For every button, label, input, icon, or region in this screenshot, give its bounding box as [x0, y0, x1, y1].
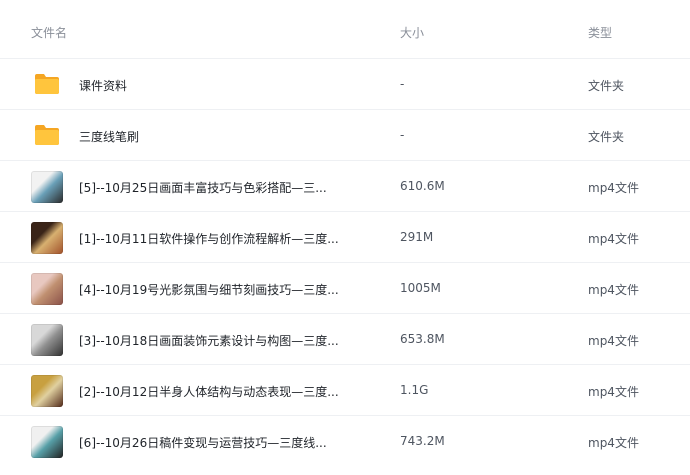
file-size: 610.6M	[400, 179, 445, 193]
file-list-header: 文件名 大小 类型	[0, 0, 690, 60]
file-size: 743.2M	[400, 434, 445, 448]
file-type: mp4文件	[588, 283, 639, 297]
column-header-name[interactable]: 文件名	[31, 24, 67, 41]
file-row[interactable]: [6]--10月26日稿件变现与运营技巧—三度线... 743.2M mp4文件	[0, 415, 690, 466]
file-name[interactable]: 三度线笔刷	[79, 128, 139, 145]
file-row[interactable]: [3]--10月18日画面装饰元素设计与构图—三度... 653.8M mp4文…	[0, 313, 690, 364]
video-thumbnail	[31, 324, 63, 356]
file-row[interactable]: 课件资料 - 文件夹	[0, 58, 690, 109]
file-name[interactable]: 课件资料	[79, 77, 127, 94]
file-row[interactable]: [2]--10月12日半身人体结构与动态表现—三度... 1.1G mp4文件	[0, 364, 690, 415]
video-thumbnail	[31, 375, 63, 407]
file-type: mp4文件	[588, 436, 639, 450]
column-header-size[interactable]: 大小	[400, 24, 424, 41]
file-type: mp4文件	[588, 181, 639, 195]
folder-icon	[35, 74, 59, 94]
file-name[interactable]: [6]--10月26日稿件变现与运营技巧—三度线...	[79, 434, 327, 451]
file-row[interactable]: [1]--10月11日软件操作与创作流程解析—三度... 291M mp4文件	[0, 211, 690, 262]
video-thumbnail	[31, 171, 63, 203]
file-type: 文件夹	[588, 130, 625, 144]
video-thumbnail	[31, 273, 63, 305]
file-row[interactable]: 三度线笔刷 - 文件夹	[0, 109, 690, 160]
file-size: 1.1G	[400, 383, 429, 397]
file-name[interactable]: [3]--10月18日画面装饰元素设计与构图—三度...	[79, 332, 339, 349]
file-type: mp4文件	[588, 334, 639, 348]
file-type: mp4文件	[588, 385, 639, 399]
file-name[interactable]: [5]--10月25日画面丰富技巧与色彩搭配—三...	[79, 179, 327, 196]
file-list: 课件资料 - 文件夹 三度线笔刷 - 文件夹 [5]--10月25日画面丰富技巧…	[0, 58, 690, 466]
file-row[interactable]: [5]--10月25日画面丰富技巧与色彩搭配—三... 610.6M mp4文件	[0, 160, 690, 211]
file-type: 文件夹	[588, 79, 625, 93]
file-size: -	[400, 77, 405, 91]
file-size: 653.8M	[400, 332, 445, 346]
folder-icon	[35, 125, 59, 145]
file-name[interactable]: [4]--10月19号光影氛围与细节刻画技巧—三度...	[79, 281, 339, 298]
file-size: 1005M	[400, 281, 441, 295]
file-type: mp4文件	[588, 232, 639, 246]
file-name[interactable]: [2]--10月12日半身人体结构与动态表现—三度...	[79, 383, 339, 400]
file-size: 291M	[400, 230, 434, 244]
video-thumbnail	[31, 222, 63, 254]
file-size: -	[400, 128, 405, 142]
column-header-type[interactable]: 类型	[588, 24, 612, 41]
file-row[interactable]: [4]--10月19号光影氛围与细节刻画技巧—三度... 1005M mp4文件	[0, 262, 690, 313]
file-name[interactable]: [1]--10月11日软件操作与创作流程解析—三度...	[79, 230, 339, 247]
video-thumbnail	[31, 426, 63, 458]
